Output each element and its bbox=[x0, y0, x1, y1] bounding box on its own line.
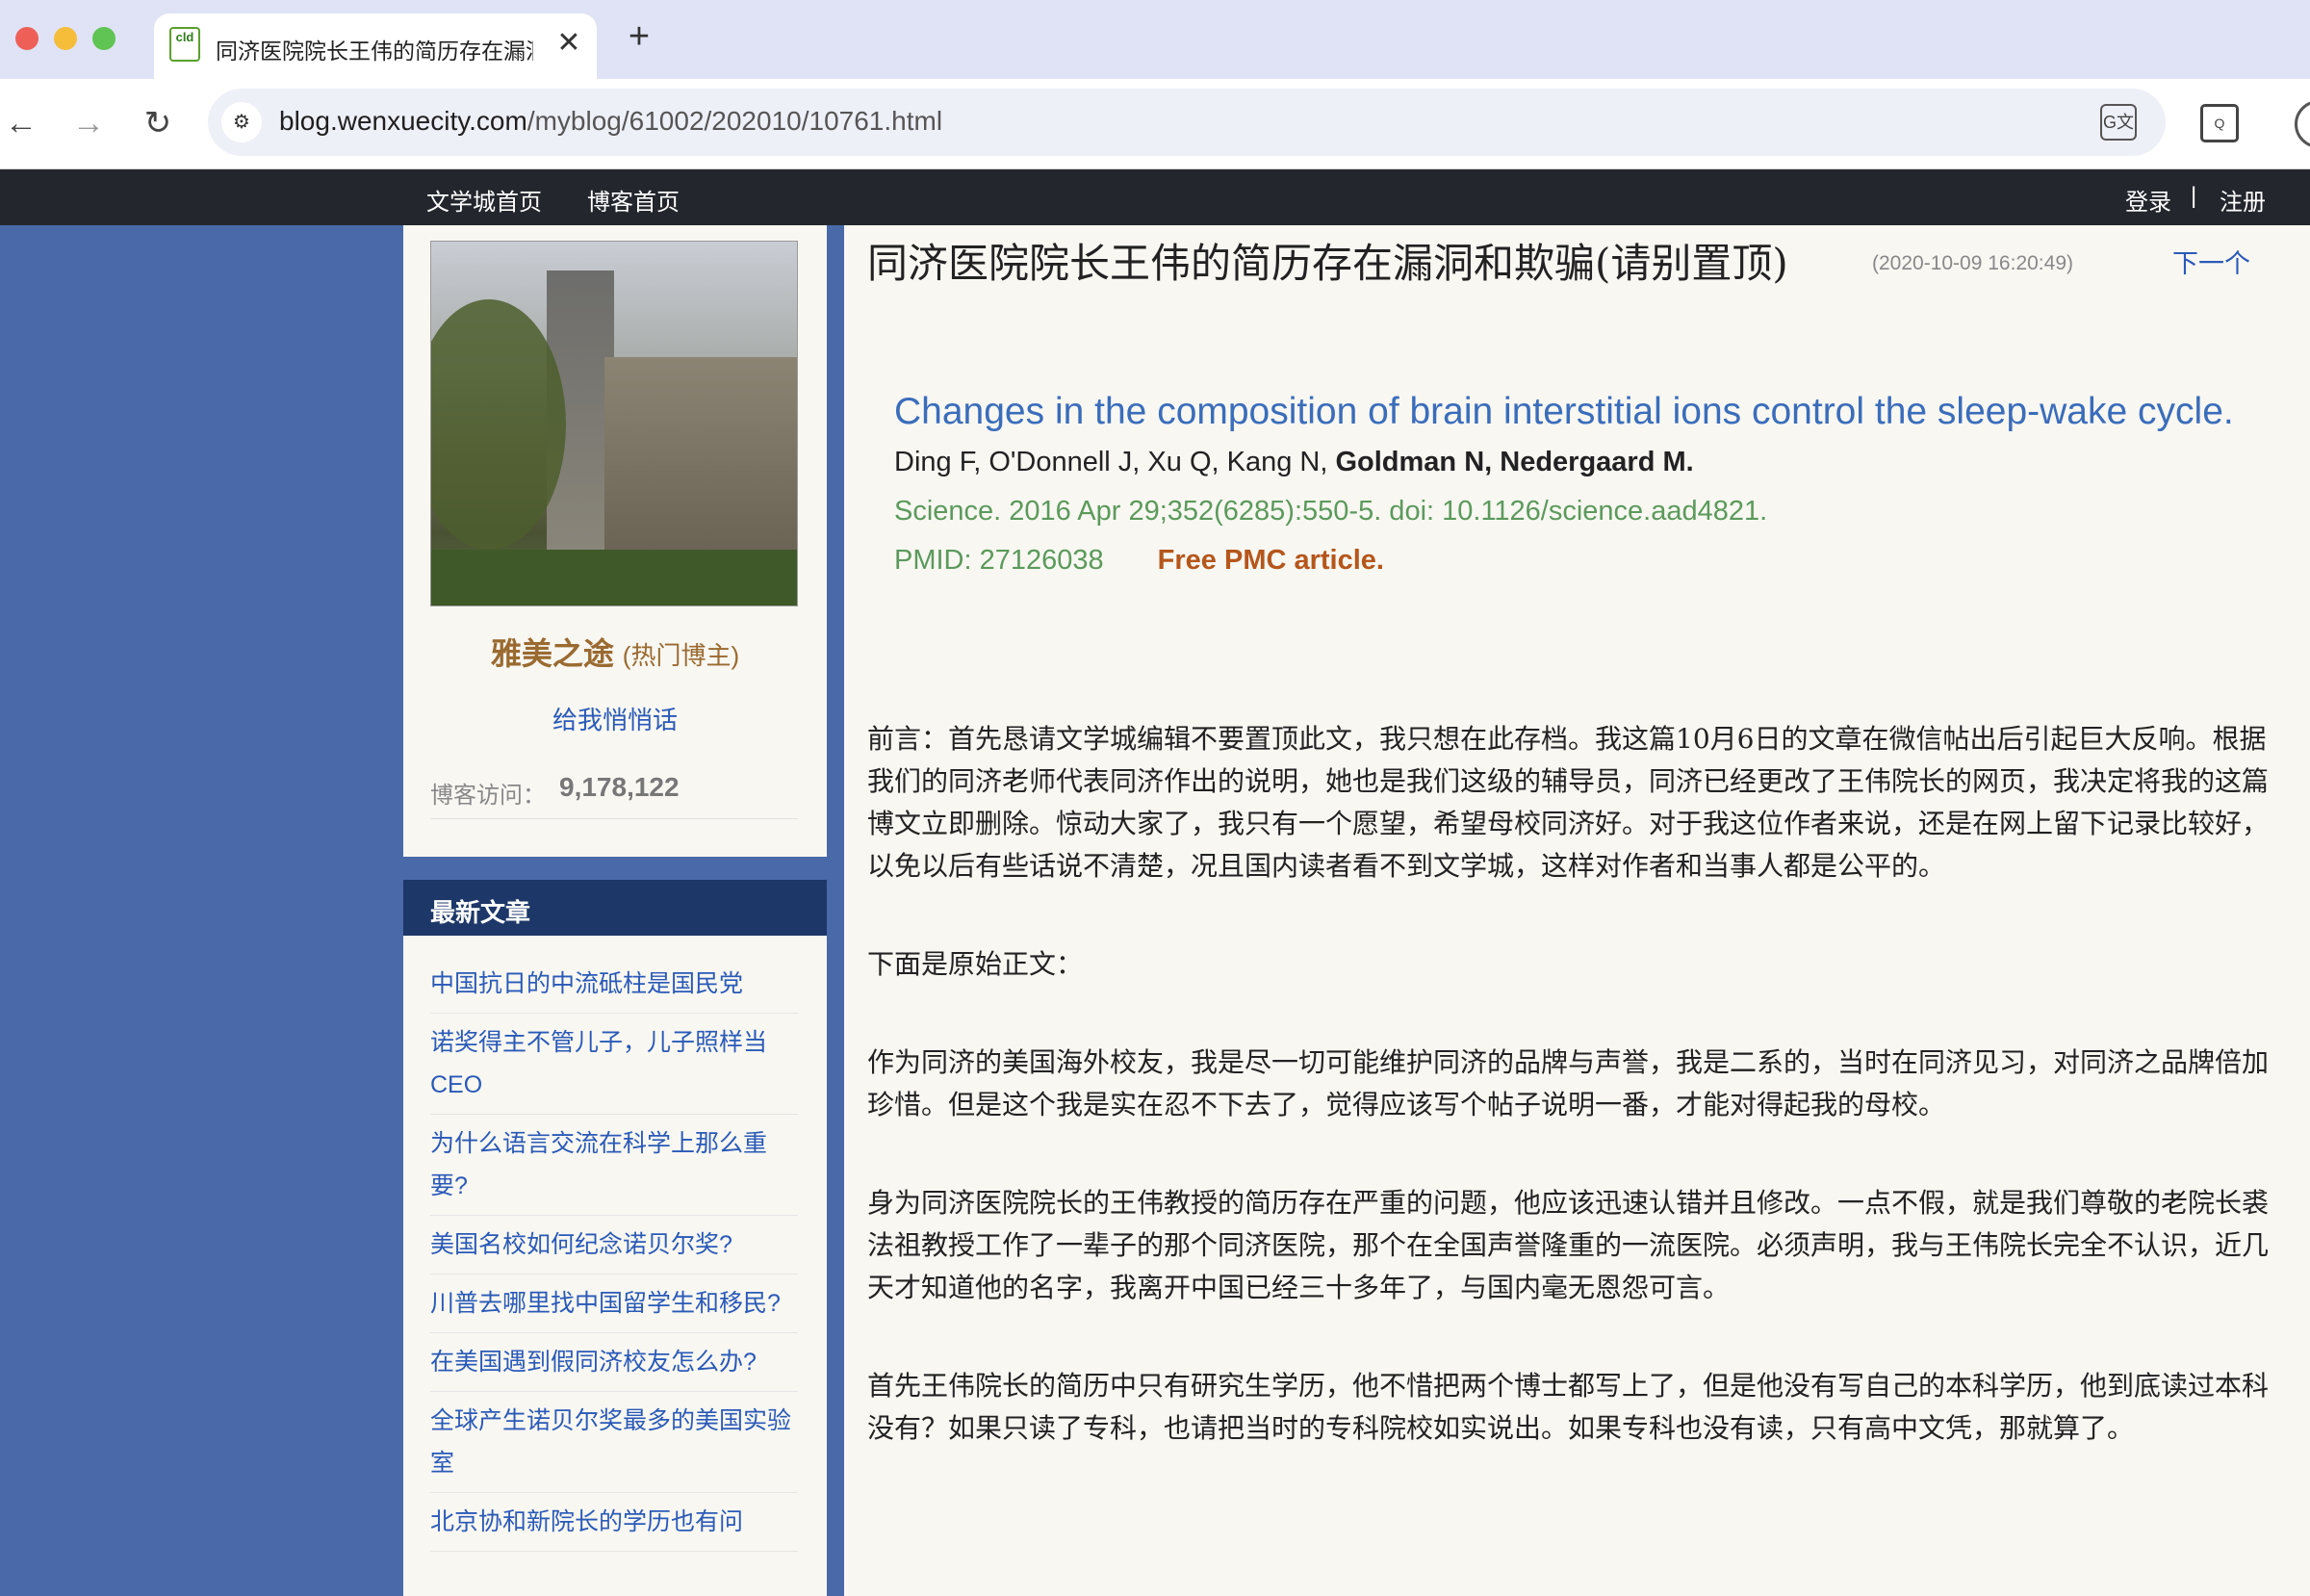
nav-wenxuecity-home-link[interactable]: 文学城首页 bbox=[426, 183, 542, 217]
reload-button[interactable]: ↻ bbox=[137, 102, 179, 144]
url-text[interactable]: blog.wenxuecity.com/myblog/61002/202010/… bbox=[279, 106, 942, 137]
photo-building-shape bbox=[604, 357, 797, 550]
recent-article-link[interactable]: 全球产生诺贝尔奖最多的美国实验室 bbox=[430, 1392, 798, 1493]
citation-pmid: PMID: 27126038 bbox=[894, 545, 1104, 576]
browser-tab-active[interactable]: cld 同济医院院长王伟的简历存在漏洞和欺骗(请别置顶) ✕ bbox=[154, 13, 597, 79]
recent-article-link[interactable]: 川普去哪里找中国留学生和移民? bbox=[430, 1274, 798, 1333]
recent-articles-list: 中国抗日的中流砥柱是国民党 诺奖得主不管儿子，儿子照样当CEO 为什么语言交流在… bbox=[430, 955, 798, 1552]
forward-button[interactable]: → bbox=[67, 102, 110, 144]
article-title: 同济医院院长王伟的简历存在漏洞和欺骗(请别置顶) bbox=[867, 240, 1788, 287]
register-link[interactable]: 注册 bbox=[2220, 183, 2266, 217]
article-paragraph: 作为同济的美国海外校友，我是尽一切可能维护同济的品牌与声誉，我是二系的，当时在同… bbox=[867, 1046, 2270, 1120]
browser-toolbar: ← → ↻ ⚙ blog.wenxuecity.com/myblog/61002… bbox=[0, 79, 2310, 169]
citation-journal: Science. 2016 Apr 29;352(6285):550-5. do… bbox=[894, 496, 1768, 527]
recent-articles-title: 最新文章 bbox=[430, 898, 531, 927]
recent-article-link[interactable]: 北京协和新院长的学历也有问 bbox=[430, 1493, 798, 1552]
free-pmc-article-link[interactable]: Free PMC article. bbox=[1158, 545, 1384, 576]
article-date: (2020-10-09 16:20:49) bbox=[1872, 252, 2073, 274]
tab-close-icon[interactable]: ✕ bbox=[552, 27, 585, 60]
blog-visits-count: 9,178,122 bbox=[559, 772, 680, 802]
profile-card: 雅美之途 (热门博主) 给我悄悄话 博客访问： 9,178,122 bbox=[403, 225, 827, 857]
article-main: 同济医院院长王伟的简历存在漏洞和欺骗(请别置顶) (2020-10-09 16:… bbox=[844, 225, 2310, 1596]
hot-blogger-tag: (热门博主) bbox=[622, 641, 740, 670]
citation-pmid-row: PMID: 27126038 Free PMC article. bbox=[894, 545, 2261, 577]
recent-article-link[interactable]: 中国抗日的中流砥柱是国民党 bbox=[430, 955, 798, 1014]
send-private-message-link[interactable]: 给我悄悄话 bbox=[403, 701, 827, 736]
profile-avatar-icon[interactable] bbox=[2295, 100, 2310, 148]
address-bar[interactable]: ⚙ blog.wenxuecity.com/myblog/61002/20201… bbox=[208, 89, 2166, 156]
window-close-button[interactable] bbox=[15, 27, 38, 50]
recent-article-link[interactable]: 在美国遇到假同济校友怎么办? bbox=[430, 1333, 798, 1392]
tab-title: 同济医院院长王伟的简历存在漏洞和欺骗(请别置顶) bbox=[216, 39, 533, 62]
window-minimize-button[interactable] bbox=[54, 27, 77, 50]
recent-articles-header: 最新文章 bbox=[403, 880, 827, 936]
browser-tab-bar: cld 同济医院院长王伟的简历存在漏洞和欺骗(请别置顶) ✕ + bbox=[0, 0, 2310, 79]
blogger-name[interactable]: 雅美之途 (热门博主) bbox=[403, 630, 827, 674]
web-page: 文学城首页 博客首页 登录 | 注册 雅美之途 (热门博主) 给我悄悄话 博客访… bbox=[0, 169, 2310, 1596]
login-link[interactable]: 登录 bbox=[2125, 183, 2171, 217]
article-paragraph: 首先王伟院长的简历中只有研究生学历，他不惜把两个博士都写上了，但是他没有写自己的… bbox=[867, 1370, 2270, 1444]
divider bbox=[430, 818, 798, 819]
blogger-name-text: 雅美之途 bbox=[490, 636, 614, 671]
citation-authors-plain: Ding F, O'Donnell J, Xu Q, Kang N, bbox=[894, 447, 1336, 477]
citation-authors: Ding F, O'Donnell J, Xu Q, Kang N, Goldm… bbox=[894, 447, 2261, 478]
recent-article-link[interactable]: 诺奖得主不管儿子，儿子照样当CEO bbox=[430, 1014, 798, 1115]
photo-lawn-shape bbox=[431, 550, 797, 605]
window-zoom-button[interactable] bbox=[92, 27, 116, 50]
new-tab-button[interactable]: + bbox=[622, 18, 656, 55]
nav-separator: | bbox=[2191, 183, 2197, 209]
article-paragraph: 前言：首先恳请文学城编辑不要置顶此文，我只想在此存档。我这篇10月6日的文章在微… bbox=[867, 723, 2270, 882]
google-lens-icon[interactable]: Q bbox=[2200, 104, 2239, 142]
article-paragraph: 下面是原始正文： bbox=[867, 948, 1084, 980]
blog-sidebar: 雅美之途 (热门博主) 给我悄悄话 博客访问： 9,178,122 最新文章 中… bbox=[403, 225, 827, 1596]
paper-citation: Changes in the composition of brain inte… bbox=[894, 387, 2261, 577]
translate-icon[interactable]: G文 bbox=[2100, 104, 2137, 141]
blogger-avatar-photo[interactable] bbox=[430, 241, 798, 606]
photo-tree-shape bbox=[431, 299, 566, 550]
citation-authors-bold: Goldman N, Nedergaard M. bbox=[1335, 447, 1694, 477]
blog-visits-label: 博客访问： bbox=[430, 783, 546, 809]
article-paragraph: 身为同济医院院长的王伟教授的简历存在严重的问题，他应该迅速认错并且修改。一点不假… bbox=[867, 1187, 2270, 1303]
site-favicon-icon: cld bbox=[169, 27, 200, 62]
recent-articles-list-box: 中国抗日的中流砥柱是国民党 诺奖得主不管儿子，儿子照样当CEO 为什么语言交流在… bbox=[403, 936, 827, 1596]
site-info-icon[interactable]: ⚙ bbox=[221, 102, 262, 142]
url-path: /myblog/61002/202010/10761.html bbox=[526, 106, 943, 136]
recent-article-link[interactable]: 为什么语言交流在科学上那么重要? bbox=[430, 1115, 798, 1216]
site-top-nav: 文学城首页 博客首页 登录 | 注册 bbox=[0, 169, 2310, 225]
next-article-link[interactable]: 下一个 bbox=[2172, 243, 2250, 280]
nav-blog-home-link[interactable]: 博客首页 bbox=[587, 183, 680, 217]
citation-title-link[interactable]: Changes in the composition of brain inte… bbox=[894, 387, 2261, 437]
back-button[interactable]: ← bbox=[0, 102, 42, 144]
recent-article-link[interactable]: 美国名校如何纪念诺贝尔奖? bbox=[430, 1216, 798, 1274]
url-host: blog.wenxuecity.com bbox=[279, 106, 527, 136]
article-body: 前言：首先恳请文学城编辑不要置顶此文，我只想在此存档。我这篇10月6日的文章在微… bbox=[867, 718, 2282, 1506]
